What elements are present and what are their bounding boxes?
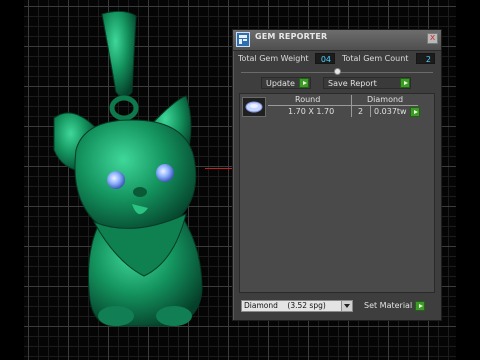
total-gem-weight-value: 04 xyxy=(315,53,335,64)
save-report-button-label: Save Report xyxy=(328,79,377,88)
corgi-pendant-model[interactable] xyxy=(24,0,224,360)
set-material-button[interactable]: Set Material xyxy=(360,300,428,312)
set-material-button-label: Set Material xyxy=(364,301,413,310)
round-diamond-icon[interactable] xyxy=(242,97,266,117)
header-divider xyxy=(268,105,418,106)
material-dropdown[interactable]: Diamond (3.52 spg) xyxy=(241,300,353,312)
close-button[interactable]: x xyxy=(427,33,438,44)
column-divider-2 xyxy=(370,106,371,117)
set-material-go-icon xyxy=(415,301,425,311)
left-eye-gem xyxy=(107,171,125,189)
gem-reporter-panel: GEM REPORTER x Total Gem Weight 04 Total… xyxy=(232,29,442,321)
pendant-bail xyxy=(101,10,137,98)
titlebar[interactable]: GEM REPORTER x xyxy=(233,30,441,51)
window-title: GEM REPORTER xyxy=(255,32,328,41)
gem-list[interactable]: Round Diamond 1.70 X 1.70 2 0.037tw xyxy=(239,93,435,293)
bail-loop xyxy=(109,95,139,121)
update-go-icon xyxy=(299,78,309,88)
chevron-down-icon[interactable] xyxy=(341,301,352,311)
save-report-button[interactable]: Save Report xyxy=(323,77,411,89)
update-button[interactable]: Update xyxy=(261,77,311,89)
nose xyxy=(133,187,147,197)
total-gem-count-value: 2 xyxy=(416,53,435,64)
update-button-label: Update xyxy=(266,79,295,88)
total-gem-count-label: Total Gem Count xyxy=(342,54,409,63)
column-header-shape: Round xyxy=(295,95,321,104)
column-divider xyxy=(351,95,352,117)
slider-knob[interactable] xyxy=(334,68,341,75)
right-eye-gem xyxy=(156,164,174,182)
material-dropdown-value: Diamond (3.52 spg) xyxy=(244,301,326,310)
right-paw xyxy=(156,306,192,326)
column-header-material: Diamond xyxy=(367,95,404,104)
gem-count: 2 xyxy=(358,107,364,116)
total-gem-weight-label: Total Gem Weight xyxy=(238,54,309,63)
left-paw xyxy=(98,306,134,326)
gem-size: 1.70 X 1.70 xyxy=(288,107,335,116)
gem-reporter-app-icon xyxy=(236,32,250,47)
gem-weight: 0.037tw xyxy=(374,107,407,116)
save-report-go-icon xyxy=(400,78,410,88)
corgi-head xyxy=(74,119,197,234)
row-go-icon[interactable] xyxy=(410,107,420,117)
